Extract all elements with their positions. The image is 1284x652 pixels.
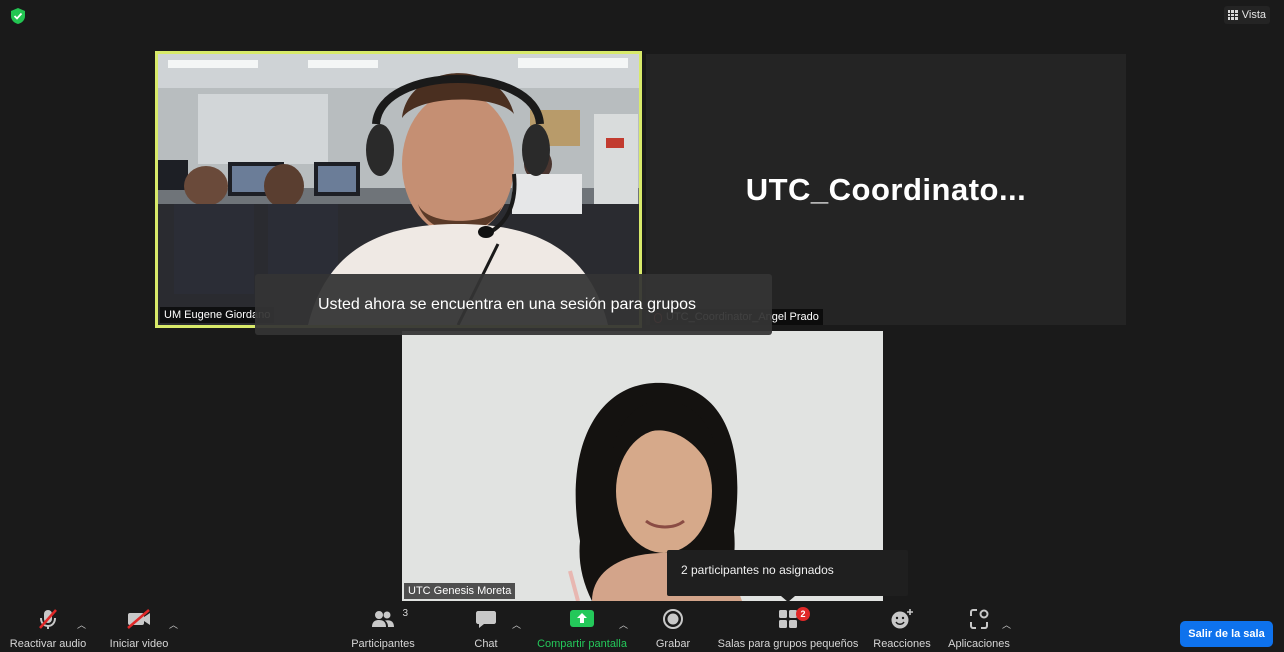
share-screen-button[interactable]: Compartir pantalla [532,604,632,652]
shield-check-icon[interactable] [10,7,26,25]
meeting-toolbar: Reactivar audio ︿ Iniciar video ︿ 3 Part… [0,604,1284,652]
video-camera-off-icon [127,609,150,629]
apps-label: Aplicaciones [948,638,1010,650]
record-button[interactable]: Grabar [652,604,694,652]
leave-room-button[interactable]: Salir de la sala [1180,621,1273,647]
reactions-label: Reacciones [873,638,931,650]
participant-name-genesis: UTC Genesis Moreta [404,583,516,599]
start-video-label: Iniciar video [109,638,169,650]
unassigned-participants-tooltip: 2 participantes no asignados [667,550,908,602]
smiley-plus-icon [891,609,913,629]
participants-label: Participantes [351,638,415,650]
microphone-muted-icon [39,609,57,629]
share-options-chevron-icon[interactable]: ︿ [619,618,628,631]
unmute-audio-button[interactable]: Reactivar audio [8,604,88,652]
share-screen-label: Compartir pantalla [537,638,627,650]
share-screen-up-arrow-icon [570,610,594,627]
breakout-rooms-button[interactable]: 2 Salas para grupos pequeños [716,604,860,652]
view-label: Vista [1241,9,1266,21]
chat-bubble-icon [476,611,496,628]
breakout-rooms-label: Salas para grupos pequeños [717,638,859,650]
apps-icon [970,609,989,629]
unmute-audio-label: Reactivar audio [9,638,87,650]
start-video-button[interactable]: Iniciar video [104,604,174,652]
record-label: Grabar [655,638,691,650]
participant-display-name-coordinator: UTC_Coordinato... [745,172,1027,207]
breakout-session-notification: Usted ahora se encuentra en una sesión p… [255,274,772,335]
breakout-rooms-badge: 2 [796,607,810,621]
chat-label: Chat [474,638,498,650]
chat-button[interactable]: Chat [466,604,506,652]
chat-options-chevron-icon[interactable]: ︿ [512,618,521,631]
reactions-button[interactable]: Reacciones [872,604,932,652]
audio-options-chevron-icon[interactable]: ︿ [77,618,86,631]
participants-count: 3 [402,608,408,619]
apps-options-chevron-icon[interactable]: ︿ [1002,618,1011,631]
participants-button[interactable]: 3 Participantes [348,604,418,652]
video-options-chevron-icon[interactable]: ︿ [169,618,178,631]
record-circle-icon [663,609,683,629]
view-button[interactable]: Vista [1223,6,1270,24]
grid-view-icon [1227,10,1238,20]
people-icon [372,611,394,627]
